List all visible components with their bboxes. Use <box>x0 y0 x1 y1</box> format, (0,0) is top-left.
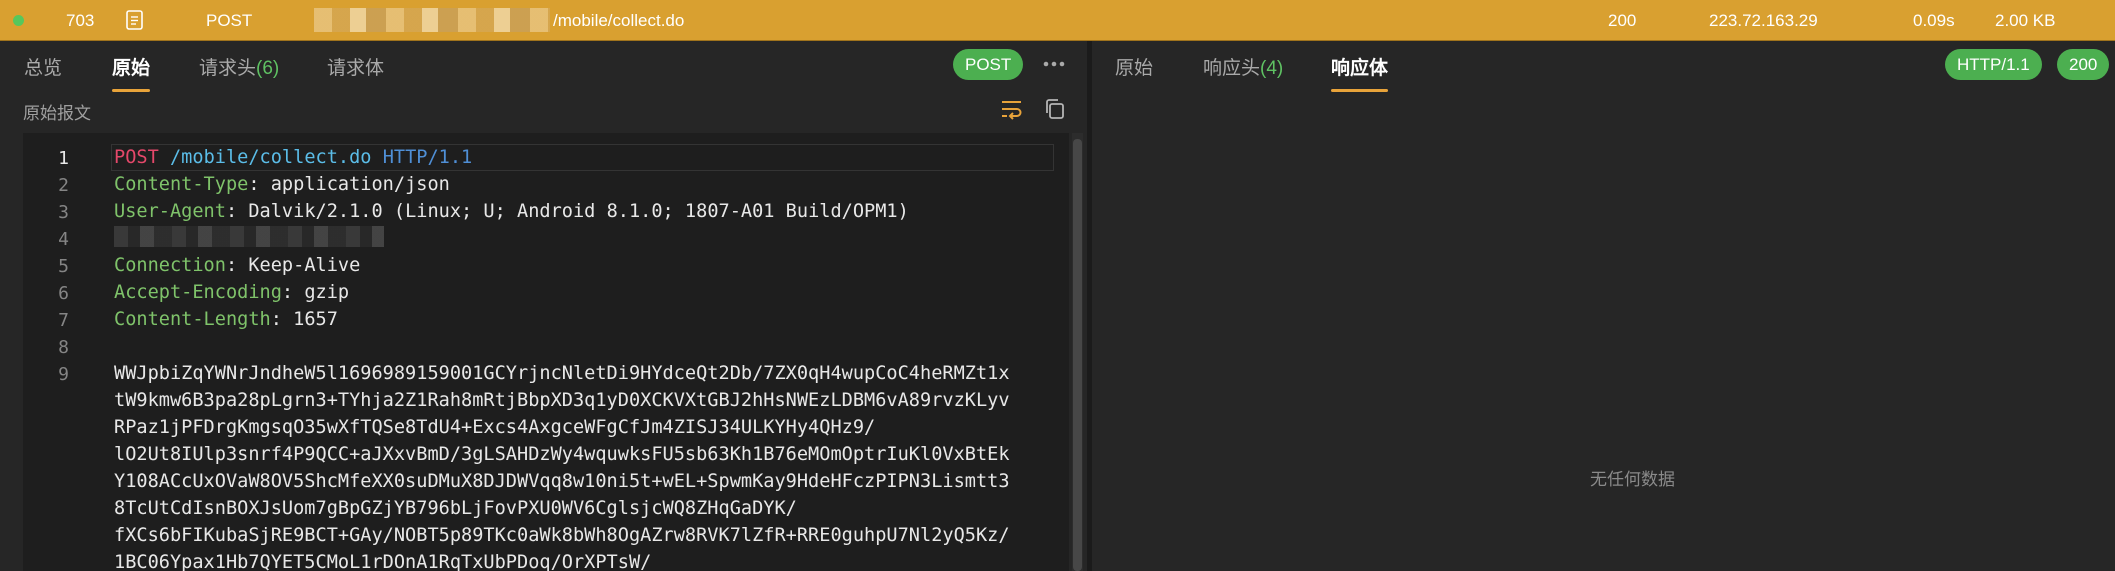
tab-response-headers[interactable]: 响应头(4) <box>1203 53 1283 80</box>
body-line: tW9kmw6B3pa28pLgrn3+TYhja2Z1Rah8mRtjBbpX… <box>114 390 1010 411</box>
line-number: 9 <box>58 364 69 385</box>
method-badge: POST <box>953 49 1024 80</box>
header-line: Accept-Encoding: gzip <box>114 282 350 303</box>
body-line: 8TcUtCdIsnBOXJsUom7gBpGZjYB796bLjFovPXU0… <box>114 498 797 519</box>
blurred-host <box>314 8 550 32</box>
editor-scroll-thumb[interactable] <box>1073 139 1082 571</box>
line-number-gutter: 1 2 3 4 5 6 7 8 9 <box>23 133 111 571</box>
remote-ip: 223.72.163.29 <box>1709 11 1818 30</box>
request-id: 703 <box>66 11 95 30</box>
body-line: lO2Ut8IUlp3snrf4P9QCC+aJXxvBmD/3gLSAHDzW… <box>114 444 1010 465</box>
wrap-lines-icon[interactable] <box>1000 98 1024 120</box>
response-size: 2.00 KB <box>1995 11 2056 30</box>
tab-request-headers[interactable]: 请求头(6) <box>199 53 279 80</box>
status-badge: 200 <box>2057 49 2110 80</box>
request-duration: 0.09s <box>1913 11 1955 30</box>
tab-overview[interactable]: 总览 <box>24 53 62 80</box>
tab-response-body[interactable]: 响应体 <box>1331 53 1389 92</box>
more-horizontal-icon[interactable] <box>1043 59 1065 69</box>
line-number: 6 <box>58 283 69 304</box>
document-icon <box>126 10 143 30</box>
request-path: /mobile/collect.do <box>553 11 685 30</box>
line-number: 3 <box>58 202 69 223</box>
tab-request-body[interactable]: 请求体 <box>327 53 384 80</box>
empty-state-text: 无任何数据 <box>1590 470 1675 489</box>
tab-response-raw[interactable]: 原始 <box>1115 53 1153 80</box>
raw-message-editor[interactable]: 1 2 3 4 5 6 7 8 9 POST /mobile/collect.d… <box>23 133 1069 571</box>
line-number: 7 <box>58 310 69 331</box>
request-line: POST /mobile/collect.do HTTP/1.1 <box>114 147 473 168</box>
line-number: 1 <box>58 148 69 169</box>
tab-raw[interactable]: 原始 <box>112 53 151 92</box>
line-number: 4 <box>58 229 69 250</box>
copy-icon[interactable] <box>1044 98 1066 120</box>
editor-scrollbar[interactable] <box>1072 133 1083 571</box>
request-panel: 总览 原始 请求头(6) 请求体 POST 原始报文 1 2 3 4 5 6 7… <box>0 41 1087 571</box>
body-line: RPaz1jPFDrgKmgsqO35wXfTQSe8TdU4+Excs4Axg… <box>114 417 876 438</box>
body-line: Y108ACcUxOVaW8OV5ShcMfeXX0suDMuX8DJDWVqq… <box>114 471 1010 492</box>
request-method: POST <box>206 11 253 30</box>
line-number: 2 <box>58 175 69 196</box>
header-line: Content-Length: 1657 <box>114 309 338 330</box>
protocol-badge: HTTP/1.1 <box>1945 49 2042 80</box>
header-line: Content-Type: application/json <box>114 174 450 195</box>
response-panel: 原始 响应头(4) 响应体 HTTP/1.1 200 无任何数据 <box>1092 41 2115 571</box>
line-number: 5 <box>58 256 69 277</box>
header-line: Connection: Keep-Alive <box>114 255 361 276</box>
body-line: WWJpbiZqYWNrJndheW5l1696989159001GCYrjnc… <box>114 363 1010 384</box>
line-number: 8 <box>58 337 69 358</box>
header-line: User-Agent: Dalvik/2.1.0 (Linux; U; Andr… <box>114 201 909 222</box>
body-line: 1BC06Ypax1Hb7QYET5CMoL1rDOnA1RqTxUbPDoq/… <box>114 552 652 571</box>
raw-message-label: 原始报文 <box>23 104 91 123</box>
response-status-code: 200 <box>1608 11 1637 30</box>
status-dot-icon <box>13 15 24 26</box>
selected-request-row[interactable]: 703 POST /mobile/collect.do 200 223.72.1… <box>0 0 2115 41</box>
body-line: fXCs6bFIKubaSjRE9BCT+GAy/NOBT5p89TKc0aWk… <box>114 525 1010 546</box>
